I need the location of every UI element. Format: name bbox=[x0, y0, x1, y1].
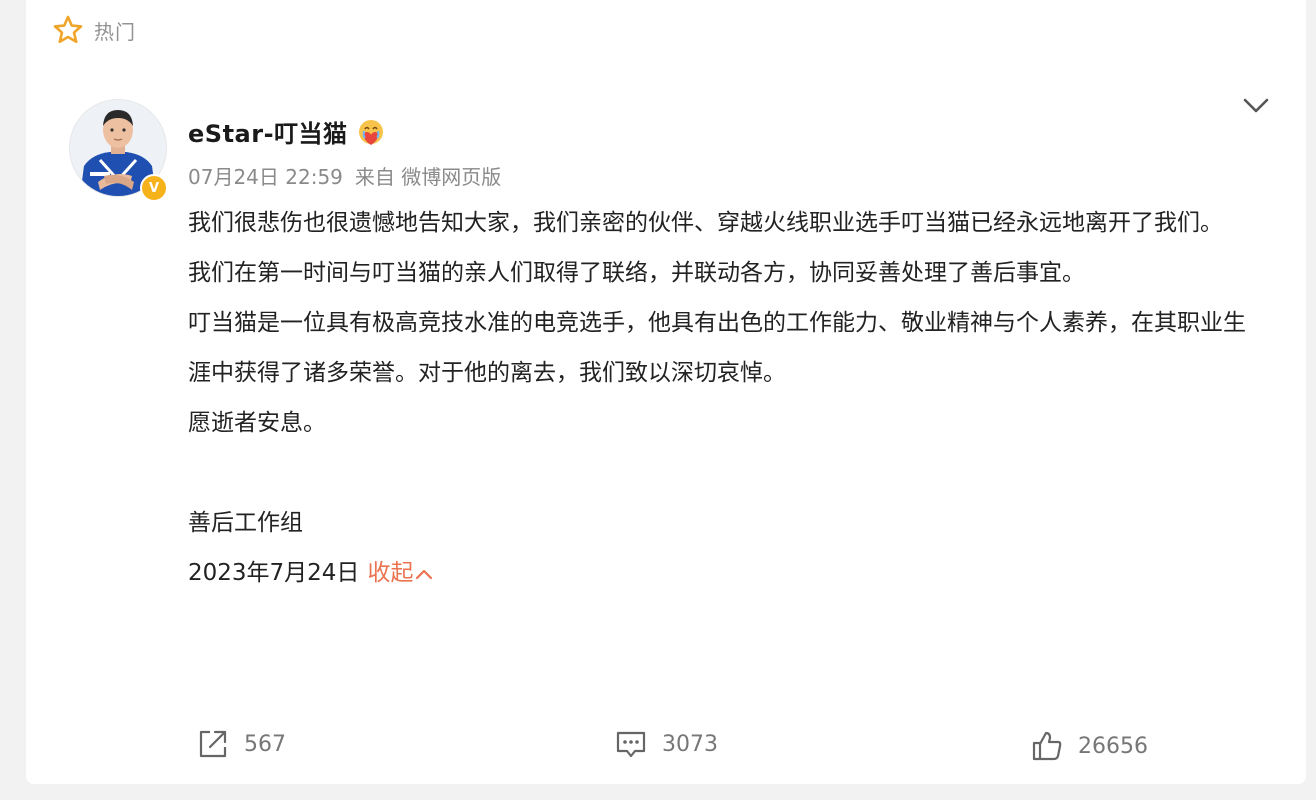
hot-section-header[interactable]: 热门 bbox=[52, 12, 136, 48]
chevron-up-icon bbox=[416, 569, 433, 579]
comment-button[interactable]: 3073 bbox=[614, 726, 718, 762]
chevron-down-icon[interactable] bbox=[1240, 92, 1272, 120]
crying-heart-emoji-icon[interactable] bbox=[356, 117, 386, 147]
repost-count: 567 bbox=[244, 731, 286, 757]
post-source: 来自 微博网页版 bbox=[354, 165, 502, 189]
collapse-button[interactable]: 收起 bbox=[367, 560, 433, 586]
like-count: 26656 bbox=[1078, 733, 1148, 759]
verified-badge-label: V bbox=[148, 180, 160, 196]
like-button[interactable]: 26656 bbox=[1030, 728, 1148, 764]
post-date: 2023年7月24日 bbox=[188, 560, 360, 586]
collapse-label: 收起 bbox=[367, 560, 414, 586]
comment-count: 3073 bbox=[662, 731, 718, 757]
post-meta: 07月24日 22:59 来自 微博网页版 bbox=[188, 161, 501, 190]
post-paragraph-2: 我们在第一时间与叮当猫的亲人们取得了联络，并联动各方，协同妥善处理了善后事宜。 bbox=[188, 260, 1085, 286]
verified-badge-icon: V bbox=[140, 174, 168, 202]
post-paragraph-1: 我们很悲伤也很遗憾地告知大家，我们亲密的伙伴、穿越火线职业选手叮当猫已经永远地离… bbox=[188, 210, 1223, 236]
repost-button[interactable]: 567 bbox=[196, 726, 286, 762]
post-paragraph-4: 愿逝者安息。 bbox=[188, 410, 326, 436]
post-time[interactable]: 07月24日 22:59 bbox=[188, 161, 343, 190]
author-name[interactable]: eStar-叮当猫 bbox=[188, 114, 348, 149]
repost-icon bbox=[199, 730, 227, 758]
post-date-line: 2023年7月24日 收起 bbox=[188, 548, 1268, 598]
post-paragraph-3: 叮当猫是一位具有极高竞技水准的电竞选手，他具有出色的工作能力、敬业精神与个人素养… bbox=[188, 310, 1246, 386]
post-signature: 善后工作组 bbox=[188, 510, 303, 536]
author-row: eStar-叮当猫 bbox=[188, 114, 386, 149]
hot-label: 热门 bbox=[94, 19, 136, 44]
star-outline-icon bbox=[53, 15, 83, 44]
comment-icon bbox=[616, 731, 646, 758]
thumbs-up-icon bbox=[1032, 731, 1062, 761]
post-body: 我们很悲伤也很遗憾地告知大家，我们亲密的伙伴、穿越火线职业选手叮当猫已经永远地离… bbox=[188, 198, 1268, 598]
